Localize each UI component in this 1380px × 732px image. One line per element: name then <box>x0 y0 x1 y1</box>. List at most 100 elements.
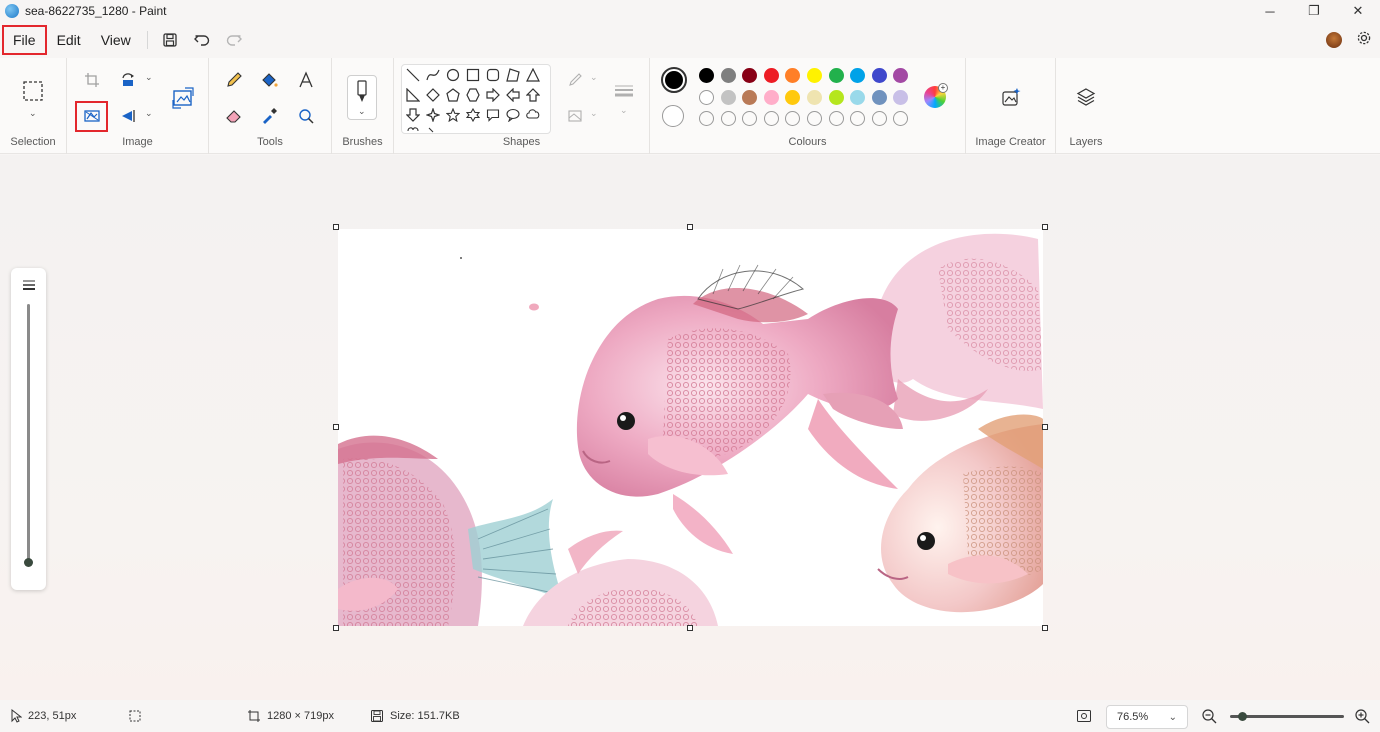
colour-swatch[interactable] <box>720 90 736 105</box>
undo-icon[interactable] <box>186 25 218 55</box>
five-point-star-shape-icon[interactable] <box>445 107 461 123</box>
flip-dropdown-chevron-icon[interactable]: ⌄ <box>145 108 153 119</box>
colour-swatch[interactable] <box>720 68 736 83</box>
colour-swatch[interactable] <box>828 90 844 105</box>
custom-colour-slot[interactable] <box>785 111 801 126</box>
colour-swatch[interactable] <box>871 68 887 83</box>
pencil-icon[interactable] <box>223 69 245 91</box>
zoom-slider[interactable] <box>1230 712 1344 721</box>
rectangle-shape-icon[interactable] <box>465 67 481 83</box>
triangle-shape-icon[interactable] <box>525 67 541 83</box>
colour-swatch[interactable] <box>699 90 714 105</box>
zoom-slider-thumb[interactable] <box>1238 712 1247 721</box>
oval-shape-icon[interactable] <box>445 67 461 83</box>
six-point-star-shape-icon[interactable] <box>465 107 481 123</box>
settings-gear-icon[interactable] <box>1356 30 1372 51</box>
outline-dropdown-chevron-icon[interactable]: ⌄ <box>590 72 598 83</box>
custom-colour-slot[interactable] <box>807 111 822 126</box>
layers-icon[interactable] <box>1075 86 1097 108</box>
edit-colours-wheel-icon[interactable]: + <box>924 83 948 108</box>
colour-swatch[interactable] <box>763 68 779 83</box>
right-triangle-shape-icon[interactable] <box>405 87 421 103</box>
image-creator-icon[interactable] <box>1000 86 1022 108</box>
edit-menu[interactable]: Edit <box>47 25 91 55</box>
fit-to-window-icon[interactable] <box>1076 700 1092 732</box>
curve-shape-icon[interactable] <box>425 67 441 83</box>
colour-swatch[interactable] <box>742 90 758 105</box>
resize-image-icon[interactable] <box>170 85 196 111</box>
shape-size-icon[interactable] <box>611 79 637 101</box>
rotate-icon[interactable] <box>118 69 140 91</box>
colour-swatch[interactable] <box>785 90 801 105</box>
custom-colour-slot[interactable] <box>763 111 779 126</box>
minimize-button[interactable]: ─ <box>1248 0 1292 22</box>
custom-colour-slot[interactable] <box>699 111 714 126</box>
colour-swatch[interactable] <box>763 90 779 105</box>
resize-handle-right[interactable] <box>1042 424 1048 430</box>
restore-button[interactable]: ❐ <box>1292 0 1336 22</box>
resize-handle-top[interactable] <box>687 224 693 230</box>
hexagon-shape-icon[interactable] <box>465 87 481 103</box>
down-arrow-shape-icon[interactable] <box>405 107 421 123</box>
custom-colour-slot[interactable] <box>742 111 758 126</box>
colour-swatch[interactable] <box>807 90 822 105</box>
colour-swatch[interactable] <box>893 68 909 83</box>
outline-icon[interactable] <box>565 69 587 91</box>
line-shape-icon[interactable] <box>405 67 421 83</box>
file-menu[interactable]: File <box>2 25 47 55</box>
rounded-rectangle-shape-icon[interactable] <box>485 67 501 83</box>
text-icon[interactable] <box>295 69 317 91</box>
brushes-button[interactable]: ⌄ <box>347 75 377 120</box>
custom-colour-slot[interactable] <box>828 111 844 126</box>
custom-colour-slot[interactable] <box>871 111 887 126</box>
view-menu[interactable]: View <box>91 25 141 55</box>
colour-swatch[interactable] <box>828 68 844 83</box>
pentagon-shape-icon[interactable] <box>445 87 461 103</box>
drawing-canvas[interactable] <box>338 229 1043 626</box>
colour-swatch[interactable] <box>850 68 866 83</box>
colour-swatch[interactable] <box>807 68 822 83</box>
shape-size-dropdown-chevron-icon[interactable]: ⌄ <box>620 105 628 116</box>
account-avatar[interactable] <box>1326 32 1342 48</box>
colour-swatch[interactable] <box>871 90 887 105</box>
close-button[interactable]: ✕ <box>1336 0 1380 22</box>
brush-size-thumb[interactable] <box>24 558 33 567</box>
colour-picker-icon[interactable] <box>258 105 280 127</box>
zoom-out-icon[interactable] <box>1201 700 1217 732</box>
custom-colour-slot[interactable] <box>720 111 736 126</box>
fill-icon[interactable] <box>565 105 587 127</box>
colour-swatch[interactable] <box>893 90 909 105</box>
brush-size-slider[interactable] <box>11 268 46 590</box>
left-arrow-shape-icon[interactable] <box>505 87 521 103</box>
colour-swatch[interactable] <box>785 68 801 83</box>
rotate-dropdown-chevron-icon[interactable]: ⌄ <box>145 72 153 83</box>
crop-icon[interactable] <box>81 69 103 91</box>
redo-icon[interactable] <box>218 25 250 55</box>
resize-handle-top-left[interactable] <box>333 224 339 230</box>
selection-dropdown-chevron-icon[interactable]: ⌄ <box>29 108 37 119</box>
right-arrow-shape-icon[interactable] <box>485 87 501 103</box>
custom-colour-slot[interactable] <box>850 111 866 126</box>
primary-colour-ring[interactable] <box>661 67 687 93</box>
four-point-star-shape-icon[interactable] <box>425 107 441 123</box>
diamond-shape-icon[interactable] <box>425 87 441 103</box>
eraser-icon[interactable] <box>223 105 245 127</box>
remove-background-icon[interactable] <box>81 105 103 127</box>
rectangular-callout-shape-icon[interactable] <box>485 107 501 123</box>
flip-icon[interactable] <box>118 105 140 127</box>
resize-handle-bottom-right[interactable] <box>1042 625 1048 631</box>
resize-handle-bottom[interactable] <box>687 625 693 631</box>
resize-handle-top-right[interactable] <box>1042 224 1048 230</box>
colour-swatch[interactable] <box>850 90 866 105</box>
resize-handle-left[interactable] <box>333 424 339 430</box>
zoom-in-icon[interactable] <box>1354 700 1370 732</box>
colour-swatch[interactable] <box>699 68 714 83</box>
cloud-callout-shape-icon[interactable] <box>525 107 541 123</box>
resize-handle-bottom-left[interactable] <box>333 625 339 631</box>
rectangle-selection-icon[interactable] <box>22 80 44 102</box>
custom-colour-slot[interactable] <box>893 111 909 126</box>
fill-bucket-icon[interactable] <box>258 69 280 91</box>
polygon-shape-icon[interactable] <box>505 67 521 83</box>
zoom-level-dropdown[interactable]: 76.5% ⌄ <box>1106 705 1188 729</box>
secondary-colour[interactable] <box>662 105 684 127</box>
